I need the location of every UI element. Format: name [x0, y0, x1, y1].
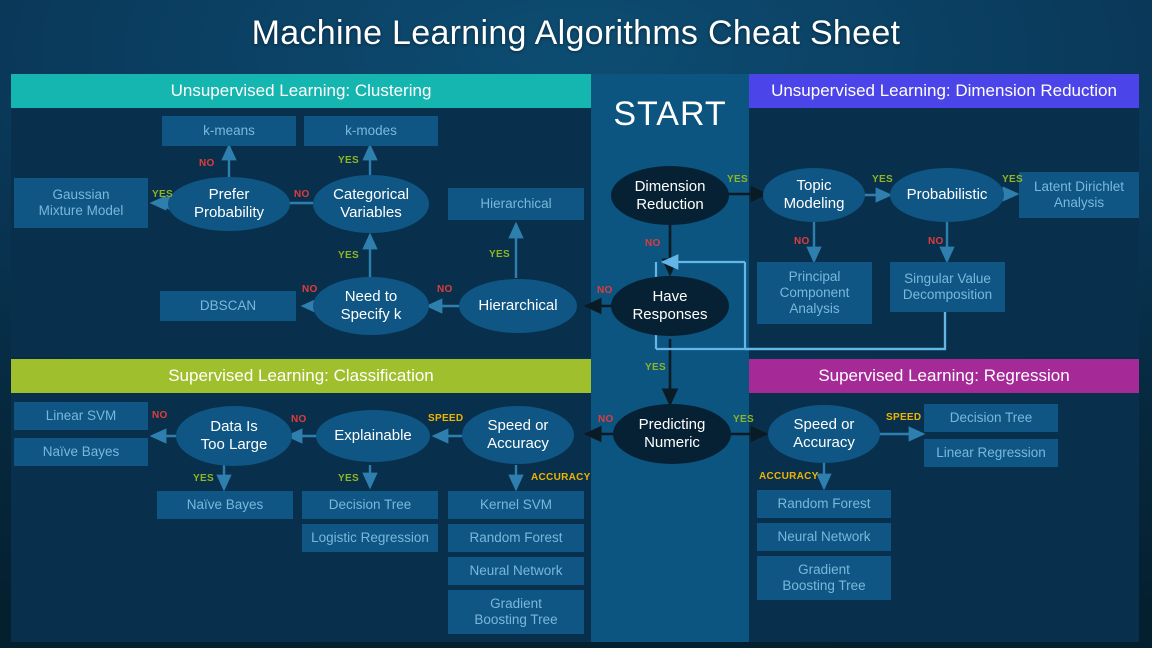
edge-label-accuracy-classification: ACCURACY [531, 472, 591, 483]
edge-label-prefer-probability-no: NO [199, 158, 215, 169]
edge-label-topic-yes: YES [872, 174, 893, 185]
decision-have-responses[interactable]: Have Responses [611, 276, 729, 336]
edge-label-explainable-no: NO [291, 414, 307, 425]
edge-label-categorical-no: NO [294, 189, 310, 200]
node-linear-regression[interactable]: Linear Regression [924, 439, 1058, 467]
node-gradient-boosting-tree-classification[interactable]: Gradient Boosting Tree [448, 590, 584, 634]
decision-categorical-variables[interactable]: Categorical Variables [313, 175, 429, 233]
header-dimension-reduction: Unsupervised Learning: Dimension Reducti… [749, 74, 1139, 108]
decision-hierarchical[interactable]: Hierarchical [459, 279, 577, 333]
node-hierarchical-box[interactable]: Hierarchical [448, 188, 584, 220]
decision-dimension-reduction[interactable]: Dimension Reduction [611, 166, 729, 225]
node-naive-bayes-mid[interactable]: Naïve Bayes [157, 491, 293, 519]
edge-label-speed-classification: SPEED [428, 413, 464, 424]
edge-label-hierarchical-yes: YES [489, 249, 510, 260]
decision-topic-modeling[interactable]: Topic Modeling [763, 168, 865, 222]
edge-label-hierarchical-no: NO [437, 284, 453, 295]
node-k-means[interactable]: k-means [162, 116, 296, 146]
node-neural-network-regression[interactable]: Neural Network [757, 523, 891, 551]
edge-label-speed-regression: SPEED [886, 412, 922, 423]
edge-label-need-k-yes: YES [338, 250, 359, 261]
node-latent-dirichlet-analysis[interactable]: Latent Dirichlet Analysis [1019, 172, 1139, 218]
edge-label-categorical-yes: YES [338, 155, 359, 166]
node-linear-svm[interactable]: Linear SVM [14, 402, 148, 430]
header-regression: Supervised Learning: Regression [749, 359, 1139, 393]
node-gaussian-mixture-model[interactable]: Gaussian Mixture Model [14, 178, 148, 228]
node-decision-tree-classification[interactable]: Decision Tree [302, 491, 438, 519]
node-dbscan[interactable]: DBSCAN [160, 291, 296, 321]
edge-label-probabilistic-yes: YES [1002, 174, 1023, 185]
edge-label-dimension-yes: YES [727, 174, 748, 185]
edge-label-probabilistic-no: NO [928, 236, 944, 247]
edge-label-prefer-probability-yes: YES [152, 189, 173, 200]
header-classification: Supervised Learning: Classification [11, 359, 591, 393]
edge-label-data-too-large-yes: YES [193, 473, 214, 484]
node-naive-bayes-left[interactable]: Naïve Bayes [14, 438, 148, 466]
node-gradient-boosting-tree-regression[interactable]: Gradient Boosting Tree [757, 556, 891, 600]
edge-label-responses-yes: YES [645, 362, 666, 373]
decision-data-is-too-large[interactable]: Data Is Too Large [176, 406, 292, 466]
edge-label-dimension-no: NO [645, 238, 661, 249]
header-clustering: Unsupervised Learning: Clustering [11, 74, 591, 108]
node-neural-network-classification[interactable]: Neural Network [448, 557, 584, 585]
node-logistic-regression[interactable]: Logistic Regression [302, 524, 438, 552]
edge-label-responses-no: NO [597, 285, 613, 296]
edge-label-predicting-yes: YES [733, 414, 754, 425]
decision-speed-or-accuracy-classification[interactable]: Speed or Accuracy [462, 406, 574, 464]
cheat-sheet-canvas: Machine Learning Algorithms Cheat Sheet [0, 0, 1152, 648]
node-random-forest-classification[interactable]: Random Forest [448, 524, 584, 552]
decision-need-to-specify-k[interactable]: Need to Specify k [313, 277, 429, 335]
decision-explainable[interactable]: Explainable [316, 410, 430, 462]
start-label: START [613, 95, 727, 133]
edge-label-predicting-no: NO [598, 414, 614, 425]
decision-speed-or-accuracy-regression[interactable]: Speed or Accuracy [768, 405, 880, 463]
edge-label-data-too-large-no: NO [152, 410, 168, 421]
edge-label-need-k-no: NO [302, 284, 318, 295]
node-principal-component-analysis[interactable]: Principal Component Analysis [757, 262, 872, 324]
edge-label-explainable-yes: YES [338, 473, 359, 484]
edge-label-topic-no: NO [794, 236, 810, 247]
node-random-forest-regression[interactable]: Random Forest [757, 490, 891, 518]
node-singular-value-decomposition[interactable]: Singular Value Decomposition [890, 262, 1005, 312]
decision-probabilistic[interactable]: Probabilistic [890, 168, 1004, 222]
decision-prefer-probability[interactable]: Prefer Probability [168, 177, 290, 231]
node-k-modes[interactable]: k-modes [304, 116, 438, 146]
node-kernel-svm[interactable]: Kernel SVM [448, 491, 584, 519]
edge-label-accuracy-regression: ACCURACY [759, 471, 819, 482]
node-decision-tree-regression[interactable]: Decision Tree [924, 404, 1058, 432]
decision-predicting-numeric[interactable]: Predicting Numeric [613, 404, 731, 464]
